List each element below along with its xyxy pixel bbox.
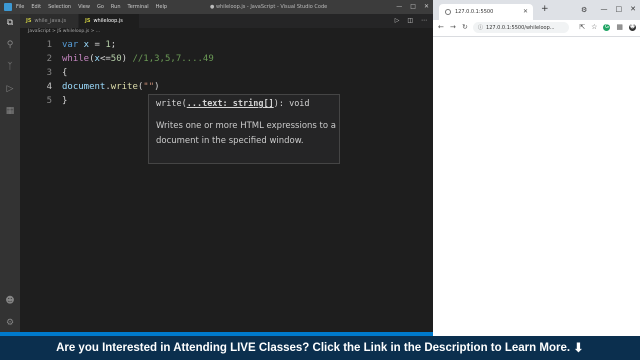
activity-bar: ⧉ ⚲ ᛉ ▷ ▦ ☻ ⚙ [0,14,20,336]
maximize-icon[interactable]: □ [616,5,623,13]
search-icon[interactable]: ⚲ [5,40,15,50]
globe-icon [445,9,451,15]
editor-tabbar: JS while_java.js JS whileloop.js ▷ ◫ ⋯ [20,14,433,28]
menu-edit[interactable]: Edit [31,4,41,10]
browser-tab[interactable]: 127.0.0.1:5500 ✕ [439,4,533,20]
tab-label: while_java.js [34,18,67,24]
menu-file[interactable]: File [16,4,24,10]
breadcrumb[interactable]: JavaScript > JS whileloop.js > ... [28,29,100,34]
line-number: 2 [46,54,52,64]
menu-terminal[interactable]: Terminal [128,4,149,10]
banner-text: Are you Interested in Attending LIVE Cla… [56,342,571,354]
browser-tab-title: 127.0.0.1:5500 [455,9,494,15]
signature-help-popup: write(...text: string[]): void Writes on… [148,94,340,164]
back-icon[interactable]: ← [438,23,444,31]
close-tab-icon[interactable]: ✕ [523,8,528,15]
window-title: ● whileloop.js - JavaScript - Visual Stu… [210,4,328,10]
code-token: while [62,54,90,64]
code-token: ) [121,54,133,64]
bookmark-star-icon[interactable]: ☆ [591,23,597,31]
url-text: 127.0.0.1:5500/whileloop... [486,24,555,31]
code-token: 50 [110,54,122,64]
forward-icon[interactable]: → [450,23,456,31]
run-debug-icon[interactable]: ▷ [5,84,15,94]
code-token: ) [154,82,160,92]
maximize-icon[interactable]: □ [410,3,416,10]
tab-whileloop[interactable]: JS whileloop.js [79,14,139,28]
code-line: 2 while(x<=50) //1,3,5,7....49 [20,52,420,66]
code-line: 3 { [20,66,420,80]
account-icon[interactable]: ☻ [5,296,15,306]
code-comment: //1,3,5,7....49 [132,54,214,64]
run-file-icon[interactable]: ▷ [395,17,400,24]
menu-view[interactable]: View [78,4,90,10]
code-token: document [62,82,106,92]
browser-navbar: ← → ↻ ⓘ 127.0.0.1:5500/whileloop... ⇱ ☆ … [433,20,640,37]
line-number: 3 [46,68,52,78]
close-icon[interactable]: ✕ [630,5,636,13]
code-editor[interactable]: 1 var x = 1; 2 while(x<=50) //1,3,5,7...… [20,36,433,336]
promo-banner[interactable]: Are you Interested in Attending LIVE Cla… [0,336,640,360]
browser-window: 127.0.0.1:5500 ✕ + ⚙ — □ ✕ ← → ↻ ⓘ 127.0… [433,0,640,336]
close-icon[interactable]: ✕ [424,3,429,10]
line-number: 1 [46,40,52,50]
share-icon[interactable]: ⇱ [579,23,585,31]
signature-param: ...text: string[] [186,99,274,109]
settings-gear-icon[interactable]: ⚙ [5,318,15,328]
browser-tabstrip: 127.0.0.1:5500 ✕ + ⚙ — □ ✕ [433,0,640,20]
explorer-icon[interactable]: ⧉ [5,18,15,28]
menu-help[interactable]: Help [156,4,167,10]
code-token: = [94,40,106,50]
code-token: <= [99,54,111,64]
address-bar[interactable]: ⓘ 127.0.0.1:5500/whileloop... [473,22,569,33]
code-token: "" [143,82,155,92]
minimize-icon[interactable]: — [601,5,608,13]
code-token: { [62,68,68,78]
tab-while-java[interactable]: JS while_java.js [20,14,78,28]
info-icon: ⓘ [478,25,484,31]
signature-return: ): void [273,99,310,109]
down-arrow-icon: ⬇ [573,340,584,356]
code-token: ; [110,40,117,50]
js-file-icon: JS [26,18,32,24]
code-line: 1 var x = 1; [20,38,420,52]
line-number: 4 [46,82,52,92]
code-token: } [62,96,68,106]
tab-label: whileloop.js [93,18,123,24]
signature-line: write(...text: string[]): void [156,99,310,109]
signature-fn: write( [156,99,187,109]
line-number: 5 [46,96,52,106]
menu-run[interactable]: Run [111,4,121,10]
code-token: var [62,40,79,50]
code-token: write [110,82,138,92]
signature-doc: Writes one or more HTML expressions to a… [156,121,336,146]
split-editor-icon[interactable]: ◫ [407,17,413,24]
source-control-icon[interactable]: ᛉ [5,62,15,72]
vscode-logo-icon [4,3,12,11]
minimize-icon[interactable]: — [396,3,402,10]
js-file-icon: JS [85,18,91,24]
reload-icon[interactable]: ↻ [462,23,468,31]
menu-selection[interactable]: Selection [48,4,71,10]
extensions-icon[interactable]: ▦ [5,106,15,116]
code-token: x [78,40,95,50]
extensions-puzzle-icon[interactable]: ▦ [616,23,623,31]
extension-gear-icon[interactable]: ⚙ [581,6,587,14]
profile-avatar[interactable]: ☻ [629,23,636,31]
menu-go[interactable]: Go [97,4,104,10]
extension-icon[interactable]: G [603,23,611,31]
code-line: 4 document.write("") [20,80,420,94]
more-actions-icon[interactable]: ⋯ [421,17,427,24]
vscode-titlebar: File Edit Selection View Go Run Terminal… [0,0,433,14]
new-tab-icon[interactable]: + [541,5,549,14]
